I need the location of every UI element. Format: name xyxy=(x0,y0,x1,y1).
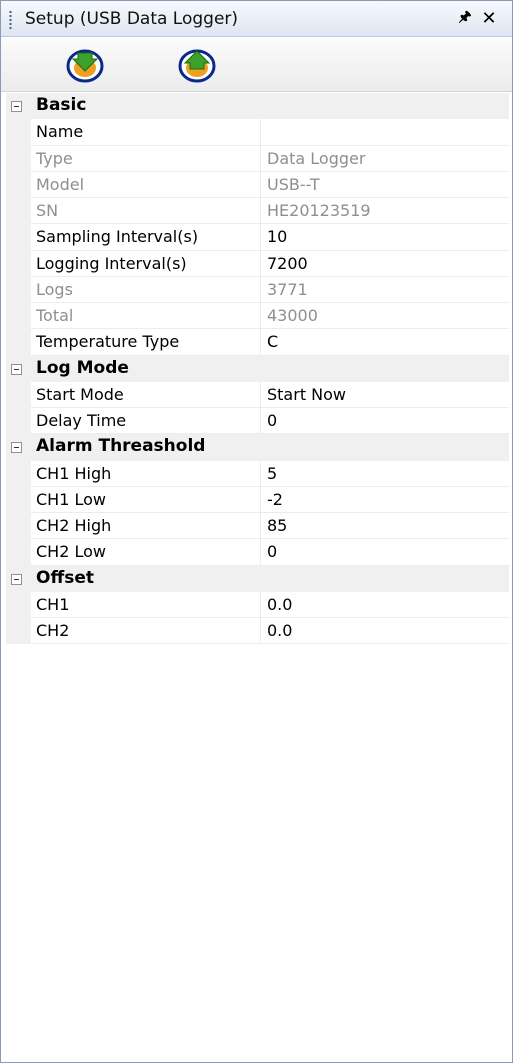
row-gutter xyxy=(6,618,31,645)
row-gutter xyxy=(6,119,31,146)
row-gutter xyxy=(6,303,31,330)
property-row[interactable]: SN HE20123519 xyxy=(6,198,509,225)
category-row[interactable]: Alarm Threashold xyxy=(6,434,509,461)
property-row[interactable]: Logs 3771 xyxy=(6,276,509,303)
collapse-minus-icon[interactable] xyxy=(11,573,22,585)
property-value: USB--T xyxy=(261,172,509,198)
property-name: CH1 Low xyxy=(31,486,261,513)
category-label: Log Mode xyxy=(36,357,129,378)
window-title: Setup (USB Data Logger) xyxy=(25,9,239,29)
row-gutter xyxy=(6,329,31,356)
property-name: CH2 xyxy=(31,618,261,645)
property-name: Name xyxy=(31,119,261,146)
property-value[interactable]: 85 xyxy=(261,513,509,540)
property-value[interactable]: 0.0 xyxy=(261,592,509,618)
property-name: Type xyxy=(31,145,261,172)
property-value: 43000 xyxy=(261,303,509,330)
property-name: CH2 Low xyxy=(31,539,261,566)
row-gutter xyxy=(6,145,31,172)
property-value[interactable]: Start Now xyxy=(261,382,509,408)
property-row[interactable]: Delay Time 0 xyxy=(6,408,509,435)
property-name: CH2 High xyxy=(31,513,261,540)
download-arrow-icon xyxy=(66,49,104,83)
toolbar xyxy=(1,38,512,92)
property-row[interactable]: Logging Interval(s) 7200 xyxy=(6,250,509,277)
property-name: Start Mode xyxy=(31,381,261,408)
row-gutter xyxy=(6,276,31,303)
property-row[interactable]: CH1 0.0 xyxy=(6,591,509,618)
property-value[interactable]: -2 xyxy=(261,487,509,513)
property-value[interactable]: 7200 xyxy=(261,251,509,277)
property-row[interactable]: CH2 Low 0 xyxy=(6,539,509,566)
property-row[interactable]: Sampling Interval(s) 10 xyxy=(6,224,509,251)
row-gutter xyxy=(6,198,31,225)
property-value[interactable]: 0 xyxy=(261,408,509,435)
download-button[interactable] xyxy=(63,45,107,85)
row-gutter xyxy=(6,591,31,618)
row-gutter xyxy=(6,250,31,277)
property-row[interactable]: Start Mode Start Now xyxy=(6,381,509,408)
row-gutter xyxy=(6,460,31,487)
property-row[interactable]: CH2 0.0 xyxy=(6,618,509,645)
property-name: Delay Time xyxy=(31,408,261,435)
property-value[interactable]: 0.0 xyxy=(261,618,509,645)
category-row[interactable]: Offset xyxy=(6,565,509,592)
property-value: HE20123519 xyxy=(261,198,509,225)
close-icon[interactable]: ✕ xyxy=(480,8,498,29)
collapse-minus-icon[interactable] xyxy=(11,101,22,112)
row-gutter xyxy=(6,408,31,435)
collapse-minus-icon[interactable] xyxy=(11,363,22,375)
property-row[interactable]: Name xyxy=(6,119,509,146)
property-row[interactable]: Total 43000 xyxy=(6,303,509,330)
property-grid: Basic Name Type Data Logger Model USB--T SN HE2… xyxy=(6,93,509,645)
row-gutter xyxy=(6,486,31,513)
row-gutter xyxy=(6,224,31,251)
property-row[interactable]: CH2 High 85 xyxy=(6,513,509,540)
property-value: Data Logger xyxy=(261,146,509,172)
property-row[interactable]: CH1 Low -2 xyxy=(6,486,509,513)
property-name: Logs xyxy=(31,276,261,303)
property-name: CH1 xyxy=(31,591,261,618)
category-row[interactable]: Log Mode xyxy=(6,355,509,382)
property-name: CH1 High xyxy=(31,460,261,487)
row-gutter xyxy=(6,539,31,566)
drag-grip-icon[interactable] xyxy=(9,10,12,30)
upload-button[interactable] xyxy=(175,45,219,85)
property-row[interactable]: CH1 High 5 xyxy=(6,460,509,487)
property-row[interactable]: Temperature Type C xyxy=(6,329,509,356)
property-value[interactable]: 5 xyxy=(261,461,509,487)
property-value: 3771 xyxy=(261,277,509,303)
property-value[interactable]: C xyxy=(261,329,509,356)
property-name: SN xyxy=(31,198,261,225)
category-label: Basic xyxy=(36,95,87,115)
upload-arrow-icon xyxy=(178,49,216,83)
row-gutter xyxy=(6,513,31,540)
pin-icon[interactable]: 🖈 xyxy=(456,8,474,28)
row-gutter xyxy=(6,171,31,198)
property-name: Sampling Interval(s) xyxy=(31,224,261,251)
property-name: Logging Interval(s) xyxy=(31,250,261,277)
collapse-minus-icon[interactable] xyxy=(11,442,22,454)
property-name: Total xyxy=(31,303,261,330)
row-gutter xyxy=(6,381,31,408)
property-value[interactable]: 10 xyxy=(261,224,509,251)
property-name: Temperature Type xyxy=(31,329,261,356)
property-value[interactable] xyxy=(261,119,509,146)
property-name: Model xyxy=(31,171,261,198)
property-row[interactable]: Type Data Logger xyxy=(6,145,509,172)
property-row[interactable]: Model USB--T xyxy=(6,171,509,198)
category-label: Alarm Threashold xyxy=(36,436,206,457)
title-bar[interactable]: Setup (USB Data Logger) 🖈 ✕ xyxy=(1,1,512,37)
category-label: Offset xyxy=(36,567,94,588)
setup-panel: Setup (USB Data Logger) 🖈 ✕ Basic Name Typ… xyxy=(0,0,513,1063)
category-row[interactable]: Basic xyxy=(6,93,509,120)
property-value[interactable]: 0 xyxy=(261,539,509,566)
